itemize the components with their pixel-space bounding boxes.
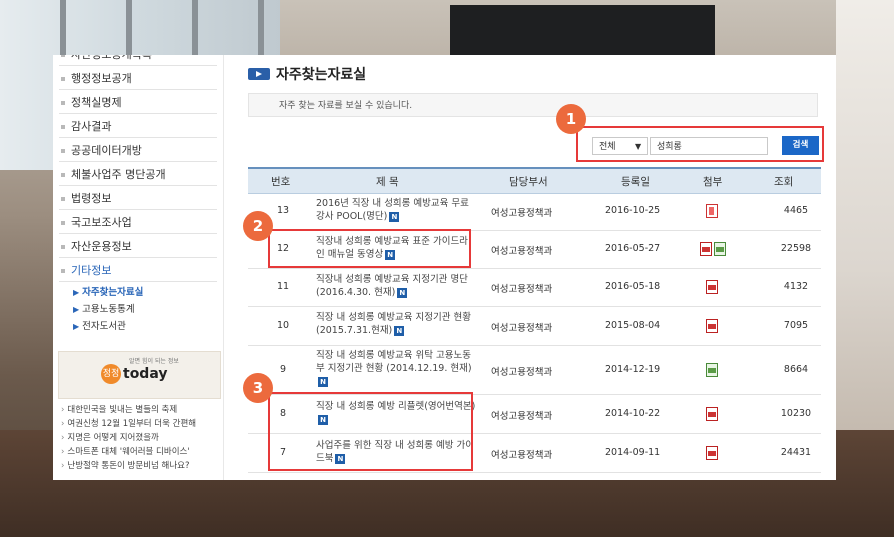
hwp-icon[interactable]	[706, 363, 718, 377]
row-title-link[interactable]: 2016년 직장 내 성희롱 예방교육 무료강사 POOL(명단) N	[316, 197, 476, 223]
left-nav: 자산정보공개목록 행정정보공개 정책실명제 감사결과 공공데이터개방 체불사업주…	[53, 55, 223, 480]
row-date: 2016-05-18	[605, 281, 661, 292]
new-badge: N	[318, 376, 328, 387]
row-views: 7095	[783, 320, 809, 331]
search-button[interactable]: 검색	[782, 136, 819, 155]
row-num: 11	[276, 281, 290, 292]
row-title-link[interactable]: 직장내 성희롱 예방교육 지정기관 명단(2016.4.30. 현재) N	[316, 273, 476, 299]
nav-item-asset-list[interactable]: 자산정보공개목록	[59, 55, 217, 66]
nav-item-admin-info[interactable]: 행정정보공개	[59, 68, 217, 90]
row-date: 2014-09-11	[605, 447, 661, 458]
hwp-icon[interactable]	[714, 242, 726, 256]
row-dept: 여성고용정책과	[491, 208, 553, 219]
pdf-icon[interactable]	[706, 319, 718, 333]
row-num: 13	[276, 205, 290, 216]
highlight-box-rows-8-7	[268, 392, 473, 471]
subnav-e-library[interactable]: ▶ 전자도서관	[73, 320, 126, 334]
nav-item-other-info[interactable]: 기타정보	[59, 260, 217, 282]
search-input[interactable]: 성희롱	[650, 137, 768, 155]
row-title-link[interactable]: 직장 내 성희롱 예방교육 위탁 고용노동부 지정기관 현황 (2014.12.…	[316, 349, 476, 388]
news-link[interactable]: 지명은 어떻게 지어졌을까	[61, 432, 158, 444]
news-link[interactable]: 여권신청 12월 1일부터 더욱 간편해	[61, 418, 196, 430]
table-row[interactable]: 13 2016년 직장 내 성희롱 예방교육 무료강사 POOL(명단) N 여성…	[248, 192, 821, 231]
screenshot-panel: 자산정보공개목록 행정정보공개 정책실명제 감사결과 공공데이터개방 체불사업주…	[53, 55, 836, 480]
row-title-text: 직장내 성희롱 예방교육 지정기관 명단(2016.4.30. 현재)	[316, 274, 468, 298]
nav-item-subsidy[interactable]: 국고보조사업	[59, 212, 217, 234]
row-title-text: 직장 내 성희롱 예방교육 위탁 고용노동부 지정기관 현황 (2014.12.…	[316, 350, 472, 374]
new-badge: N	[394, 325, 405, 336]
pdf-icon[interactable]	[706, 407, 718, 421]
today-logo-icon: 정정	[101, 364, 121, 384]
row-num: 10	[276, 320, 290, 331]
nav-item-public-data[interactable]: 공공데이터개방	[59, 140, 217, 162]
news-link[interactable]: 대한민국을 빛내는 별들의 축제	[61, 404, 177, 416]
pdf-icon[interactable]	[706, 446, 718, 460]
callout-badge-2: 2	[243, 211, 273, 241]
row-views: 22598	[780, 243, 812, 254]
row-num: 9	[279, 364, 287, 375]
subnav-label: 전자도서관	[82, 321, 126, 332]
search-scope-value: 전체	[599, 142, 616, 152]
nav-item-unpaid-employers[interactable]: 체불사업주 명단공개	[59, 164, 217, 186]
subnav-label: 고용노동통계	[82, 304, 135, 315]
title-arrow-icon	[248, 68, 270, 80]
row-date: 2014-10-22	[605, 408, 661, 419]
callout-badge-3: 3	[243, 373, 273, 403]
pdf-icon[interactable]	[700, 242, 712, 256]
new-badge: N	[389, 211, 400, 222]
nav-item-law-info[interactable]: 법령정보	[59, 188, 217, 210]
news-link[interactable]: 난방절약 통돈이 방문비넘 해나요?	[61, 460, 189, 472]
today-banner[interactable]: 알면 힘이 되는 정보 정정 today	[58, 351, 221, 399]
dropdown-arrow-icon: ▼	[635, 142, 642, 151]
callout-badge-1: 1	[556, 104, 586, 134]
header-dept: 담당부서	[509, 176, 548, 188]
today-title: today	[123, 366, 168, 382]
header-views: 조회	[774, 176, 794, 188]
row-views: 24431	[780, 447, 812, 458]
nav-divider	[223, 55, 224, 480]
nav-item-audit[interactable]: 감사결과	[59, 116, 217, 138]
page-title: 자주찾는자료실	[276, 67, 367, 83]
header-date: 등록일	[621, 176, 650, 188]
nav-item-asset-management[interactable]: 자산운용정보	[59, 236, 217, 258]
row-views: 4132	[783, 281, 809, 292]
caret-right-icon: ▶	[73, 305, 80, 314]
table-row[interactable]: 9 직장 내 성희롱 예방교육 위탁 고용노동부 지정기관 현황 (2014.1…	[248, 346, 821, 395]
nav-item-policy-name[interactable]: 정책실명제	[59, 92, 217, 114]
header-num: 번호	[271, 176, 291, 188]
row-dept: 여성고용정책과	[491, 411, 553, 422]
pdf-icon[interactable]	[706, 280, 718, 294]
row-dept: 여성고용정책과	[491, 323, 553, 334]
row-title-link[interactable]: 직장 내 성희롱 예방교육 지정기관 현황(2015.7.31.현재) N	[316, 311, 476, 337]
subnav-label: 자주찾는자료실	[82, 287, 144, 298]
header-attach: 첨부	[703, 176, 723, 188]
search-scope-select[interactable]: 전체 ▼	[592, 137, 648, 155]
row-dept: 여성고용정책과	[491, 246, 553, 257]
table-row[interactable]: 11 직장내 성희롱 예방교육 지정기관 명단(2016.4.30. 현재) N …	[248, 269, 821, 307]
row-date: 2015-08-04	[605, 320, 661, 331]
caret-right-icon: ▶	[73, 288, 80, 297]
row-date: 2014-12-19	[605, 364, 661, 375]
table-header: 번호 제 목 담당부서 등록일 첨부 조회	[248, 167, 821, 194]
intro-text: 자주 찾는 자료를 보실 수 있습니다.	[248, 93, 818, 117]
news-link[interactable]: 스마트폰 대체 '웨어러블 디바이스'	[61, 446, 189, 458]
row-views: 10230	[780, 408, 812, 419]
row-dept: 여성고용정책과	[491, 284, 553, 295]
today-tagline: 알면 힘이 되는 정보	[129, 358, 179, 365]
row-views: 4465	[783, 205, 809, 216]
header-title: 제 목	[376, 176, 399, 188]
highlight-box-row-12	[268, 229, 471, 268]
subnav-labor-stats[interactable]: ▶ 고용노동통계	[73, 303, 135, 317]
row-views: 8664	[783, 364, 809, 375]
caret-right-icon: ▶	[73, 322, 80, 331]
new-badge: N	[397, 287, 408, 298]
row-date: 2016-05-27	[605, 243, 661, 254]
row-dept: 여성고용정책과	[491, 450, 553, 461]
file-icon[interactable]	[706, 204, 718, 218]
row-dept: 여성고용정책과	[491, 367, 553, 378]
table-row[interactable]: 10 직장 내 성희롱 예방교육 지정기관 현황(2015.7.31.현재) N …	[248, 307, 821, 346]
subnav-faq-library[interactable]: ▶ 자주찾는자료실	[73, 286, 143, 300]
row-date: 2016-10-25	[605, 205, 661, 216]
background-tv	[450, 5, 715, 55]
